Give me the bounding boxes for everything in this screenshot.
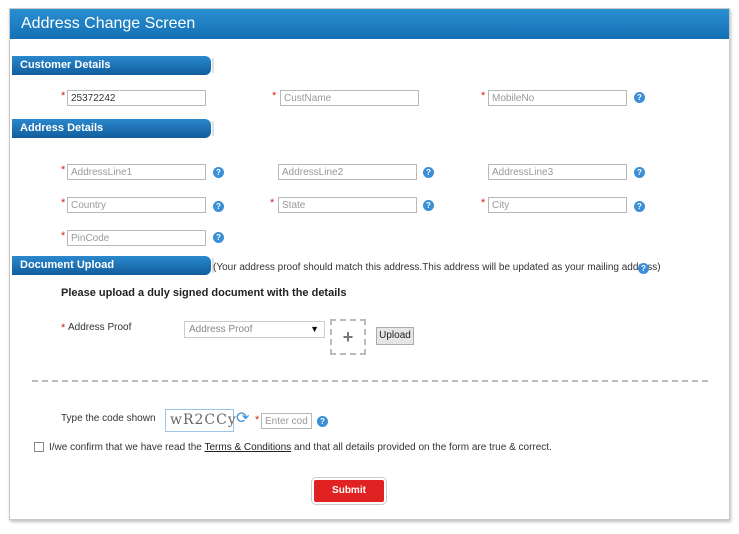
pincode-input[interactable] [67, 230, 206, 246]
mobile-no-input[interactable] [488, 90, 627, 106]
address-line2-input[interactable] [278, 164, 417, 180]
upload-button[interactable]: Upload [376, 327, 414, 345]
terms-confirm-text: I/we confirm that we have read the Terms… [49, 442, 552, 453]
captcha-label: Type the code shown [61, 413, 156, 424]
help-icon[interactable]: ? [213, 201, 224, 212]
section-address-details: Address Details [12, 119, 214, 138]
address-proof-note: (Your address proof should match this ad… [213, 262, 661, 273]
help-icon[interactable]: ? [634, 92, 645, 103]
help-icon[interactable]: ? [213, 232, 224, 243]
help-icon[interactable]: ? [634, 167, 645, 178]
country-input[interactable] [67, 197, 206, 213]
required-marker: * [61, 164, 66, 176]
terms-checkbox[interactable] [34, 442, 44, 452]
section-customer-details: Customer Details [12, 56, 214, 75]
help-icon[interactable]: ? [423, 200, 434, 211]
file-drop-area[interactable]: + [330, 319, 366, 355]
required-marker: * [61, 90, 66, 102]
cust-name-input[interactable] [280, 90, 419, 106]
terms-prefix: I/we confirm that we have read the [49, 442, 205, 453]
chevron-down-icon: ▼ [310, 324, 319, 334]
state-input[interactable] [278, 197, 417, 213]
divider [32, 380, 708, 382]
address-line3-input[interactable] [488, 164, 627, 180]
required-marker: * [61, 230, 66, 242]
submit-button[interactable]: Submit [311, 477, 387, 505]
help-icon[interactable]: ? [634, 201, 645, 212]
required-marker: * [481, 197, 486, 209]
account-number-input[interactable] [67, 90, 206, 106]
terms-link[interactable]: Terms & Conditions [204, 442, 291, 453]
address-line1-input[interactable] [67, 164, 206, 180]
required-marker: * [270, 197, 275, 209]
plus-icon: + [342, 327, 354, 347]
required-marker: * [61, 322, 66, 334]
captcha-input[interactable] [261, 413, 312, 429]
captcha-image: wR2CCy [165, 409, 236, 432]
help-icon[interactable]: ? [638, 263, 649, 274]
help-icon[interactable]: ? [213, 167, 224, 178]
address-proof-select[interactable]: Address Proof ▼ [184, 321, 325, 338]
address-proof-selected-value: Address Proof [189, 324, 253, 335]
section-document-upload: Document Upload [12, 256, 214, 275]
help-icon[interactable]: ? [423, 167, 434, 178]
terms-suffix: and that all details provided on the for… [291, 442, 552, 453]
address-proof-label: Address Proof [68, 322, 132, 333]
refresh-icon[interactable]: ⟳ [236, 411, 252, 427]
page-title: Address Change Screen [10, 9, 729, 39]
city-input[interactable] [488, 197, 627, 213]
form-frame: Address Change Screen Customer Details *… [9, 8, 730, 520]
required-marker: * [272, 90, 277, 102]
required-marker: * [255, 414, 260, 426]
required-marker: * [481, 90, 486, 102]
upload-instruction: Please upload a duly signed document wit… [61, 287, 347, 299]
help-icon[interactable]: ? [317, 416, 328, 427]
required-marker: * [61, 197, 66, 209]
